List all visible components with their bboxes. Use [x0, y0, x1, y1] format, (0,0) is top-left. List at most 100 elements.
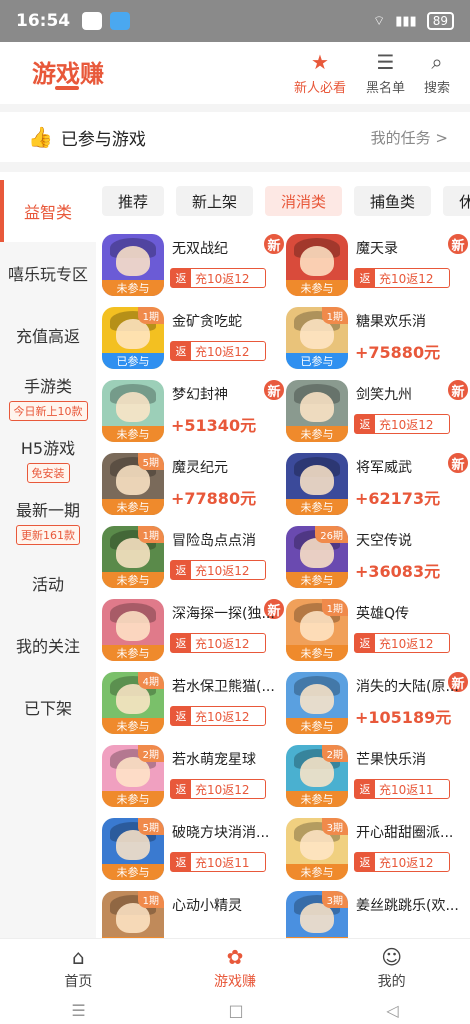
- game-card[interactable]: 未参与新剑笑九州返充10返12: [286, 378, 470, 443]
- nav-earn[interactable]: ✿ 游戏赚: [157, 939, 314, 996]
- participation-status: 未参与: [102, 864, 164, 880]
- sidebar-item[interactable]: 充值高返: [0, 304, 96, 366]
- rebate-tag: 返充10返12: [170, 633, 266, 653]
- game-icon-art: [300, 684, 334, 714]
- search-button[interactable]: ⌕ 搜索: [424, 50, 450, 96]
- sidebar-item-tag: 更新161款: [16, 525, 80, 545]
- participation-status: 未参与: [286, 645, 348, 661]
- reward-amount: +36083元: [355, 562, 441, 581]
- game-icon-art: [300, 392, 334, 422]
- game-card[interactable]: 5期 未参与 破晓方块消消... 返充10返11: [102, 818, 284, 881]
- category-tab[interactable]: 推荐: [102, 186, 165, 216]
- sidebar-item[interactable]: 我的关注: [0, 614, 96, 676]
- game-card[interactable]: 3期 未参与 开心甜甜圈派... 返充10返12: [286, 818, 468, 881]
- reward-amount: +62173元: [355, 489, 441, 508]
- sidebar-item[interactable]: 益智类: [0, 180, 96, 242]
- game-card[interactable]: 未参与新梦幻封神 +51340元: [102, 378, 286, 443]
- phase-badge: 5期: [137, 818, 164, 835]
- blacklist-button[interactable]: ☰ 黑名单: [366, 50, 405, 96]
- game-icon: 未参与: [102, 380, 164, 442]
- game-card[interactable]: 1期 未参与 英雄Q传返充10返12: [286, 599, 468, 662]
- game-name: 将军威武: [356, 460, 412, 476]
- category-tab[interactable]: 新上架: [176, 186, 254, 216]
- game-card[interactable]: 未参与新无双战纪返充10返12: [102, 232, 286, 297]
- game-card[interactable]: 1期 已参与 糖果欢乐消 +75880元: [286, 307, 468, 370]
- search-label: 搜索: [424, 81, 451, 96]
- joined-games-bar[interactable]: 👍 已参与游戏 我的任务 >: [0, 112, 470, 162]
- newbie-guide-button[interactable]: ★ 新人必看: [294, 50, 346, 96]
- game-name: 心动小精灵: [172, 898, 242, 914]
- wechat-icon: [82, 12, 103, 30]
- game-card[interactable]: 2期 未参与 若水萌宠星球返充10返12: [102, 745, 284, 808]
- rebate-icon: 返: [355, 634, 375, 652]
- game-card[interactable]: 未参与新消失的大陆(原... +105189元: [286, 670, 470, 735]
- game-card[interactable]: 2期 未参与 芒果快乐消返充10返11: [286, 745, 468, 808]
- bottom-nav: ⌂ 首页 ✿ 游戏赚 ☺ 我的: [0, 938, 470, 996]
- rebate-tag: 返充10返12: [170, 779, 266, 799]
- game-name: 糖果欢乐消: [356, 314, 426, 330]
- game-name: 破晓方块消消...: [172, 825, 270, 841]
- game-icon-art: [116, 392, 150, 422]
- phase-badge: 3期: [321, 818, 348, 835]
- rebate-tag: 返充10返12: [170, 706, 266, 726]
- category-tab[interactable]: 消消类: [265, 186, 343, 216]
- phase-badge: 5期: [137, 453, 164, 470]
- rebate-text: 充10返12: [195, 563, 250, 578]
- signal-icon: ▮▮▮: [395, 13, 417, 29]
- game-card[interactable]: 未参与新魔天录返充10返12: [286, 232, 470, 297]
- game-icon-art: [300, 465, 334, 495]
- rebate-tag: 返充10返12: [170, 341, 266, 361]
- sidebar-item-label: 我的关注: [15, 637, 80, 656]
- sidebar-item[interactable]: 最新一期更新161款: [0, 490, 96, 552]
- game-icon-art: [116, 246, 150, 276]
- rebate-tag: 返充10返12: [354, 268, 450, 288]
- phase-badge: 1期: [137, 526, 164, 543]
- rebate-text: 充10返12: [379, 271, 434, 286]
- phase-badge: 1期: [137, 307, 164, 324]
- rebate-icon: 返: [355, 853, 375, 871]
- game-card[interactable]: 未参与新将军威武 +62173元: [286, 451, 470, 516]
- home-square-icon[interactable]: □: [228, 1001, 243, 1020]
- rebate-text: 充10返11: [195, 855, 250, 870]
- rebate-tag: 返充10返12: [170, 560, 266, 580]
- game-grid: 未参与新无双战纪返充10返12 未参与新魔天录返充10返12 1期 已参与 金矿贪吃蛇返…: [102, 232, 470, 938]
- game-icon-art: [116, 611, 150, 641]
- user-icon: ☺: [381, 944, 403, 969]
- content-body: 益智类 嘻乐玩专区 充值高返 手游类 今日新上10款 H5游戏 免安装最新一期更新161款活…: [0, 172, 470, 938]
- rebate-icon: 返: [171, 342, 191, 360]
- participation-status: 未参与: [102, 791, 164, 807]
- sidebar-item[interactable]: H5游戏 免安装: [0, 428, 96, 490]
- game-name: 魔灵纪元: [172, 460, 228, 476]
- title-underline: [55, 86, 79, 90]
- back-icon[interactable]: ◁: [386, 1001, 398, 1020]
- sidebar-item[interactable]: 嘻乐玩专区: [0, 242, 96, 304]
- participation-status: 已参与: [102, 353, 164, 369]
- game-name: 冒险岛点点消: [172, 533, 256, 549]
- nav-home[interactable]: ⌂ 首页: [0, 939, 157, 996]
- game-icon-art: [300, 246, 334, 276]
- game-card[interactable]: 4期 未参与 若水保卫熊猫(... 返充10返12: [102, 672, 284, 735]
- game-icon: 1期 已参与: [286, 307, 348, 369]
- participation-status: 未参与: [102, 718, 164, 734]
- game-card[interactable]: 未参与新深海探一探(独... 返充10返12: [102, 597, 286, 662]
- game-card[interactable]: 5期 未参与 魔灵纪元 +77880元: [102, 453, 284, 516]
- sidebar-item-label: 最新一期: [15, 501, 80, 520]
- phase-badge: 3期: [321, 891, 348, 908]
- sidebar-item[interactable]: 活动: [0, 552, 96, 614]
- menu-icon[interactable]: ☰: [71, 1001, 85, 1020]
- my-tasks-link[interactable]: 我的任务 >: [371, 127, 448, 148]
- game-card[interactable]: 1期未参与心动小精灵: [102, 891, 284, 938]
- rebate-text: 充10返12: [195, 636, 250, 651]
- sidebar-item[interactable]: 手游类 今日新上10款: [0, 366, 96, 428]
- game-card[interactable]: 26期 未参与 天空传说 +36083元: [286, 526, 468, 589]
- category-tab[interactable]: 捕鱼类: [354, 186, 432, 216]
- rebate-text: 充10返12: [195, 344, 250, 359]
- game-card[interactable]: 1期 已参与 金矿贪吃蛇返充10返12: [102, 307, 284, 370]
- list-icon: ☰: [376, 50, 395, 74]
- battery-indicator: 89: [426, 12, 454, 30]
- sidebar-item[interactable]: 已下架: [0, 676, 96, 738]
- nav-mine[interactable]: ☺ 我的: [313, 939, 470, 996]
- game-card[interactable]: 1期 未参与 冒险岛点点消返充10返12: [102, 526, 284, 589]
- game-card[interactable]: 3期未参与姜丝跳跳乐(欢...: [286, 891, 468, 938]
- category-tab[interactable]: 休: [443, 186, 470, 216]
